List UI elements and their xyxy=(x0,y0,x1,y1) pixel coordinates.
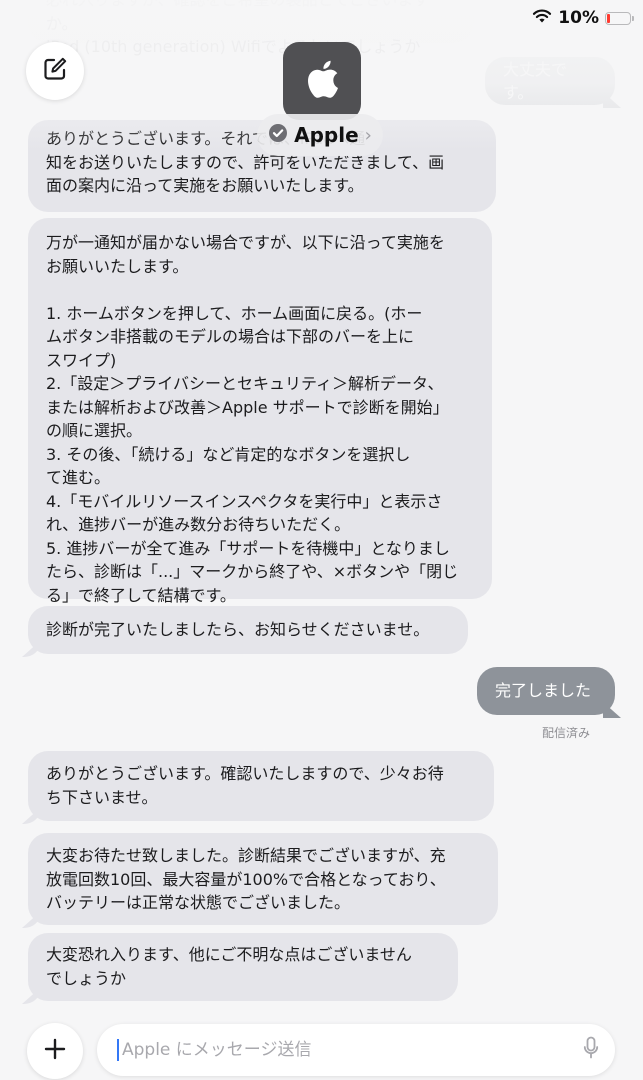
microphone-icon[interactable] xyxy=(583,1036,599,1064)
delivered-status: 配信済み xyxy=(541,726,590,740)
chevron-right-icon: › xyxy=(364,124,372,146)
message-bubble-outgoing: 大丈夫です。 xyxy=(485,57,615,105)
compose-icon xyxy=(41,55,69,87)
battery-percent: 10% xyxy=(558,8,599,28)
plus-icon xyxy=(43,1037,67,1065)
text-caret xyxy=(117,1039,119,1061)
message-bubble-outgoing: 完了しました xyxy=(477,667,615,715)
contact-avatar[interactable] xyxy=(283,42,361,120)
battery-icon xyxy=(605,11,634,25)
message-bubble-incoming: 大変お待たせ致しました。診断結果でございますが、充 放電回数10回、最大容量が1… xyxy=(28,833,498,925)
message-bubble-incoming: 大変恐れ入ります、他にご不明な点はございません でしょうか xyxy=(28,933,458,1001)
contact-name: Apple xyxy=(294,123,359,147)
contact-name-button[interactable]: Apple › xyxy=(257,114,383,156)
message-bubble-incoming: 必れ入りますが、確認をご希望の製品とでございますか。 iPad (10th ge… xyxy=(28,0,474,56)
add-attachment-button[interactable] xyxy=(27,1023,83,1079)
wifi-icon xyxy=(532,8,552,28)
message-input[interactable] xyxy=(120,1039,583,1061)
message-bubble-incoming: 診断が完了いたしましたら、お知らせくださいませ。 xyxy=(28,606,468,654)
message-input-container[interactable] xyxy=(97,1024,615,1076)
message-bubble-incoming: ありがとうございます。確認いたしますので、少々お待 ち下さいませ。 xyxy=(28,751,494,821)
message-bubble-incoming: 万が一通知が届かない場合ですが、以下に沿って実施を お願いいたします。 1. ホ… xyxy=(28,218,492,605)
apple-logo-icon xyxy=(304,58,340,104)
verified-badge-icon xyxy=(268,123,288,147)
status-bar: 10% xyxy=(532,8,634,28)
compose-button[interactable] xyxy=(26,42,84,100)
